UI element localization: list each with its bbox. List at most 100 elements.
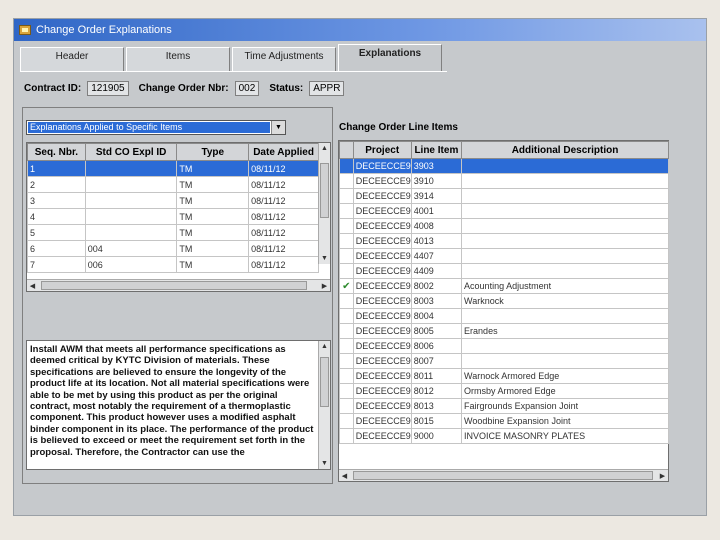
scroll-left-icon[interactable]: ◀ xyxy=(339,470,350,481)
table-cell: 9000 xyxy=(410,428,463,444)
explanation-text: Install AWM that meets all performance s… xyxy=(30,344,314,458)
table-row[interactable]: 1 TM 08/11/12 xyxy=(27,160,319,177)
title-bar[interactable]: Change Order Explanations xyxy=(14,19,706,41)
table-cell xyxy=(84,224,178,241)
table-cell xyxy=(461,263,669,279)
table-cell xyxy=(461,203,669,219)
scroll-down-icon[interactable]: ▼ xyxy=(319,253,330,264)
table-cell: DECEECCE9 xyxy=(352,218,412,234)
table-row[interactable]: DECEECCE9 4013 xyxy=(339,233,669,249)
table-row[interactable]: DECEECCE9 8003 Warknock xyxy=(339,293,669,309)
scroll-thumb[interactable] xyxy=(320,357,329,407)
row-selector[interactable] xyxy=(339,353,354,369)
change-order-nbr-label: Change Order Nbr: xyxy=(138,83,229,94)
table-row[interactable]: DECEECCE9 4008 xyxy=(339,218,669,234)
column-header[interactable]: Date Applied xyxy=(248,143,319,161)
row-selector[interactable] xyxy=(339,158,354,174)
grid-vertical-scrollbar[interactable]: ▲ ▼ xyxy=(318,143,330,264)
column-header[interactable]: Project xyxy=(352,141,412,159)
scroll-thumb[interactable] xyxy=(353,471,653,480)
row-selector[interactable] xyxy=(339,293,354,309)
table-row[interactable]: DECEECCE9 4409 xyxy=(339,263,669,279)
table-cell: DECEECCE9 xyxy=(352,368,412,384)
scroll-right-icon[interactable]: ▶ xyxy=(319,280,330,291)
table-row[interactable]: 4 TM 08/11/12 xyxy=(27,208,319,225)
checkmark-icon[interactable]: ✔ xyxy=(339,278,354,294)
table-row[interactable]: 7 006 TM 08/11/12 xyxy=(27,256,319,273)
table-row[interactable]: DECEECCE9 3910 xyxy=(339,173,669,189)
table-row[interactable]: DECEECCE9 8005 Erandes xyxy=(339,323,669,339)
explanation-type-select[interactable]: Explanations Applied to Specific Items ▼ xyxy=(26,120,286,135)
table-row[interactable]: DECEECCE9 8006 xyxy=(339,338,669,354)
column-header[interactable]: Line Item xyxy=(410,141,463,159)
column-header[interactable]: Std CO Expl ID xyxy=(84,143,178,161)
row-selector[interactable] xyxy=(339,398,354,414)
row-selector[interactable] xyxy=(339,248,354,264)
row-selector[interactable] xyxy=(339,263,354,279)
column-header[interactable]: Type xyxy=(176,143,250,161)
table-row[interactable]: 6 004 TM 08/11/12 xyxy=(27,240,319,257)
row-selector[interactable] xyxy=(339,218,354,234)
row-selector[interactable] xyxy=(339,173,354,189)
table-row[interactable]: DECEECCE9 4407 xyxy=(339,248,669,264)
tab-explanations[interactable]: Explanations xyxy=(338,44,442,72)
tab-header[interactable]: Header xyxy=(20,47,124,71)
tab-time-adjustments[interactable]: Time Adjustments xyxy=(232,47,336,71)
table-row[interactable]: ✔ DECEECCE9 8002 Acounting Adjustment xyxy=(339,278,669,294)
table-cell: 4008 xyxy=(410,218,463,234)
row-selector[interactable] xyxy=(339,428,354,444)
table-cell xyxy=(84,176,178,193)
status-value: APPR xyxy=(309,81,345,96)
table-cell xyxy=(461,158,669,174)
table-cell: DECEECCE9 xyxy=(352,278,412,294)
table-cell: TM xyxy=(176,192,250,209)
app-icon xyxy=(19,25,31,35)
table-row[interactable]: DECEECCE9 8011 Warnock Armored Edge xyxy=(339,368,669,384)
table-row[interactable]: DECEECCE9 3903 xyxy=(339,158,669,174)
table-row[interactable]: 3 TM 08/11/12 xyxy=(27,192,319,209)
explanation-text-area[interactable]: Install AWM that meets all performance s… xyxy=(26,340,331,470)
table-row[interactable]: DECEECCE9 8012 Ormsby Armored Edge xyxy=(339,383,669,399)
row-selector[interactable] xyxy=(339,203,354,219)
table-row[interactable]: DECEECCE9 8007 xyxy=(339,353,669,369)
row-selector[interactable] xyxy=(339,233,354,249)
table-cell: TM xyxy=(176,160,250,177)
table-cell: DECEECCE9 xyxy=(352,338,412,354)
table-row[interactable]: DECEECCE9 8004 xyxy=(339,308,669,324)
row-selector[interactable] xyxy=(339,338,354,354)
table-row[interactable]: 2 TM 08/11/12 xyxy=(27,176,319,193)
table-cell: Warnock Armored Edge xyxy=(461,368,669,384)
row-selector[interactable] xyxy=(339,308,354,324)
text-vertical-scrollbar[interactable]: ▲ ▼ xyxy=(318,341,330,469)
line-items-horizontal-scrollbar[interactable]: ◀ ▶ xyxy=(339,469,668,481)
row-selector[interactable] xyxy=(339,188,354,204)
scroll-right-icon[interactable]: ▶ xyxy=(657,470,668,481)
table-row[interactable]: DECEECCE9 4001 xyxy=(339,203,669,219)
row-selector[interactable] xyxy=(339,323,354,339)
table-cell: INVOICE MASONRY PLATES xyxy=(461,428,669,444)
scroll-thumb[interactable] xyxy=(41,281,307,290)
table-row[interactable]: DECEECCE9 3914 xyxy=(339,188,669,204)
column-header[interactable]: Seq. Nbr. xyxy=(27,143,86,161)
scroll-up-icon[interactable]: ▲ xyxy=(319,341,330,352)
table-row[interactable]: DECEECCE9 9000 INVOICE MASONRY PLATES xyxy=(339,428,669,444)
table-row[interactable]: DECEECCE9 8013 Fairgrounds Expansion Joint xyxy=(339,398,669,414)
row-selector[interactable] xyxy=(339,383,354,399)
table-cell: 5 xyxy=(27,224,86,241)
table-cell: DECEECCE9 xyxy=(352,308,412,324)
scroll-down-icon[interactable]: ▼ xyxy=(319,458,330,469)
table-cell: 8005 xyxy=(410,323,463,339)
scroll-thumb[interactable] xyxy=(320,163,329,218)
table-row[interactable]: DECEECCE9 8015 Woodbine Expansion Joint xyxy=(339,413,669,429)
row-selector[interactable] xyxy=(339,368,354,384)
table-cell: 4407 xyxy=(410,248,463,264)
table-cell xyxy=(461,233,669,249)
grid-horizontal-scrollbar[interactable]: ◀ ▶ xyxy=(27,279,330,291)
scroll-left-icon[interactable]: ◀ xyxy=(27,280,38,291)
scroll-up-icon[interactable]: ▲ xyxy=(319,143,330,154)
tab-items[interactable]: Items xyxy=(126,47,230,71)
chevron-down-icon[interactable]: ▼ xyxy=(271,121,285,134)
row-selector[interactable] xyxy=(339,413,354,429)
table-row[interactable]: 5 TM 08/11/12 xyxy=(27,224,319,241)
column-header[interactable]: Additional Description xyxy=(461,141,669,159)
